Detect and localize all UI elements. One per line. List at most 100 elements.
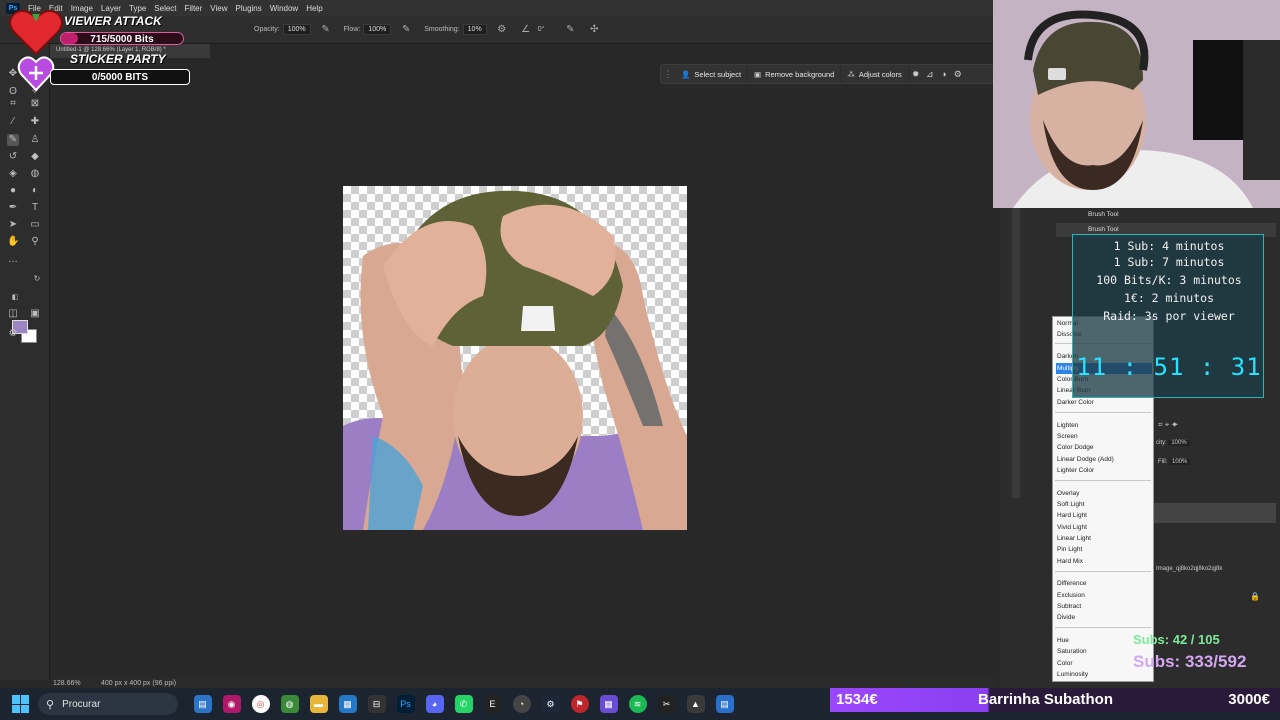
windows-start-icon[interactable] bbox=[12, 695, 30, 713]
history-item[interactable]: Brush Tool bbox=[1056, 208, 1276, 222]
swap-colors-icon[interactable]: ↻ bbox=[31, 273, 43, 285]
smoothing-input[interactable]: 10% bbox=[462, 24, 487, 35]
blend-option[interactable]: Linear Light bbox=[1056, 533, 1152, 544]
path-select-icon[interactable]: ➤ bbox=[7, 219, 19, 231]
burn-tool-icon[interactable]: ◐ bbox=[29, 185, 41, 197]
folder-icon[interactable]: ▬ bbox=[309, 695, 328, 713]
select-subject-button[interactable]: 👤 Select subject bbox=[675, 65, 749, 83]
angle-value[interactable]: 0° bbox=[538, 26, 545, 33]
dodge-tool-icon[interactable]: ● bbox=[7, 185, 19, 197]
blend-option[interactable]: Color Dodge bbox=[1056, 442, 1152, 453]
eraser-tool-icon[interactable]: ◆ bbox=[29, 151, 41, 163]
flow-input[interactable]: 100% bbox=[363, 24, 392, 35]
steam-icon[interactable]: ⚙ bbox=[541, 695, 560, 713]
history-brush-icon[interactable]: ↺ bbox=[7, 151, 19, 163]
blend-option[interactable]: Lighter Color bbox=[1056, 465, 1152, 476]
calculator-icon[interactable]: ▦ bbox=[338, 695, 357, 713]
discord-icon[interactable]: ◕ bbox=[425, 695, 444, 713]
chrome-icon[interactable]: ◎ bbox=[251, 695, 270, 713]
pressure-opacity-icon[interactable]: ✎ bbox=[320, 24, 332, 36]
sparkle-icon[interactable]: ✹ bbox=[909, 69, 923, 80]
blend-option[interactable]: Linear Dodge (Add) bbox=[1056, 454, 1152, 465]
blend-option[interactable]: Pin Light bbox=[1056, 544, 1152, 555]
opacity-input[interactable]: 100% bbox=[282, 24, 311, 35]
blur-tool-icon[interactable]: ◍ bbox=[29, 168, 41, 180]
app-icon[interactable]: ▲ bbox=[686, 695, 705, 713]
layer-fill[interactable]: Fill: 100% bbox=[1158, 459, 1191, 465]
notepad-icon[interactable]: ▤ bbox=[715, 695, 734, 713]
more-tools-icon[interactable]: … bbox=[7, 254, 19, 266]
symmetry-icon[interactable]: ✣ bbox=[588, 24, 600, 36]
blend-option[interactable]: Screen bbox=[1056, 431, 1152, 442]
app-icon[interactable]: ◉ bbox=[222, 695, 241, 713]
type-tool-icon[interactable]: T bbox=[29, 202, 41, 214]
contrast-icon[interactable]: ◑ bbox=[937, 69, 951, 79]
transform-icon[interactable]: ⊿ bbox=[923, 69, 937, 80]
subathon-timer-panel: 1 Sub: 4 minutos 1 Sub: 7 minutos 100 Bi… bbox=[1072, 234, 1264, 398]
screen-mode-icon[interactable]: ▣ bbox=[29, 308, 41, 320]
epic-games-icon[interactable]: E bbox=[483, 695, 502, 713]
blend-option[interactable]: Lighten bbox=[1056, 420, 1152, 431]
blend-option[interactable]: Vivid Light bbox=[1056, 522, 1152, 533]
blend-option[interactable]: Subtract bbox=[1056, 601, 1152, 612]
menu-window[interactable]: Window bbox=[266, 4, 302, 13]
obs-icon[interactable]: ◔ bbox=[512, 695, 531, 713]
blend-option[interactable]: Soft Light bbox=[1056, 499, 1152, 510]
document-canvas[interactable] bbox=[343, 186, 687, 530]
menu-view[interactable]: View bbox=[206, 4, 231, 13]
blend-option[interactable]: Hard Light bbox=[1056, 510, 1152, 521]
healing-tool-icon[interactable]: ✚ bbox=[29, 116, 41, 128]
layer-row-selected[interactable] bbox=[1154, 503, 1276, 523]
whatsapp-icon[interactable]: ✆ bbox=[454, 695, 473, 713]
stamp-tool-icon[interactable]: ♙ bbox=[29, 134, 41, 146]
blend-option[interactable]: Exclusion bbox=[1056, 590, 1152, 601]
layer-name[interactable]: Image_qj8ko2qj8ko2qj8k bbox=[1156, 566, 1222, 572]
zoom-level[interactable]: 128.66% bbox=[51, 680, 101, 687]
menu-help[interactable]: Help bbox=[302, 4, 326, 13]
default-colors-icon[interactable]: ◧ bbox=[9, 292, 21, 304]
remove-background-button[interactable]: ▣ Remove background bbox=[748, 65, 842, 83]
drag-handle-icon[interactable]: ⋮ bbox=[661, 69, 675, 80]
portrait-image bbox=[343, 190, 687, 530]
flow-label: Flow: bbox=[343, 26, 361, 33]
heart-icon bbox=[9, 9, 63, 56]
panel-scrollbar[interactable] bbox=[1012, 208, 1020, 498]
blend-option[interactable]: Darker Color bbox=[1056, 397, 1152, 408]
task-view-icon[interactable]: ▤ bbox=[193, 695, 212, 713]
layer-opacity[interactable]: city: 100% bbox=[1156, 440, 1190, 446]
frame-tool-icon[interactable]: ⊠ bbox=[29, 98, 41, 110]
document-size: 400 px x 400 px (96 ppi) bbox=[101, 679, 177, 687]
pen-tool-icon[interactable]: ✒ bbox=[7, 202, 19, 214]
more-options-icon[interactable]: ⚙ bbox=[951, 69, 965, 80]
airbrush-icon[interactable]: ✎ bbox=[400, 24, 412, 36]
blend-option[interactable]: Overlay bbox=[1056, 488, 1152, 499]
menu-plugins[interactable]: Plugins bbox=[232, 4, 266, 13]
quick-mask-icon[interactable]: ◫ bbox=[7, 308, 19, 320]
hand-tool-icon[interactable]: ✋ bbox=[7, 236, 19, 248]
blend-option[interactable]: Difference bbox=[1056, 578, 1152, 589]
brush-tool-icon[interactable]: ✎ bbox=[7, 134, 19, 146]
timer-rule-line: 1 Sub: 4 minutos bbox=[1113, 239, 1225, 253]
blend-option[interactable]: Hard Mix bbox=[1056, 556, 1152, 567]
blend-option[interactable]: Divide bbox=[1056, 612, 1152, 623]
spotify-icon[interactable]: ≋ bbox=[628, 695, 647, 713]
app-icon[interactable]: ▦ bbox=[599, 695, 618, 713]
taskbar-search[interactable]: ⚲ Procurar bbox=[38, 693, 178, 715]
app-icon[interactable]: ⚑ bbox=[570, 695, 589, 713]
divider bbox=[1055, 480, 1151, 481]
app-icon[interactable]: ◍ bbox=[280, 695, 299, 713]
crop-tool-icon[interactable]: ⌗ bbox=[7, 98, 19, 110]
eyedropper-tool-icon[interactable]: ⁄ bbox=[7, 116, 19, 128]
photoshop-taskbar-icon[interactable]: Ps bbox=[396, 695, 415, 713]
viewer-attack-alert: VIEWER ATTACK 715/5000 Bits bbox=[0, 8, 195, 56]
paint-bucket-icon[interactable]: ◈ bbox=[7, 168, 19, 180]
gear-icon[interactable]: ⚙ bbox=[496, 24, 508, 36]
edit-toolbar-icon[interactable]: ⚙ bbox=[7, 328, 19, 340]
capcut-icon[interactable]: ✂ bbox=[657, 695, 676, 713]
zoom-tool-icon[interactable]: ⚲ bbox=[29, 236, 41, 248]
layer-lock-icons[interactable]: ⌗ ⌖ ✦ bbox=[1158, 420, 1178, 430]
pressure-size-icon[interactable]: ✎ bbox=[564, 24, 576, 36]
app-icon[interactable]: ⊟ bbox=[367, 695, 386, 713]
rectangle-tool-icon[interactable]: ▭ bbox=[29, 219, 41, 231]
adjust-colors-button[interactable]: ⁂ Adjust colors bbox=[841, 65, 909, 83]
